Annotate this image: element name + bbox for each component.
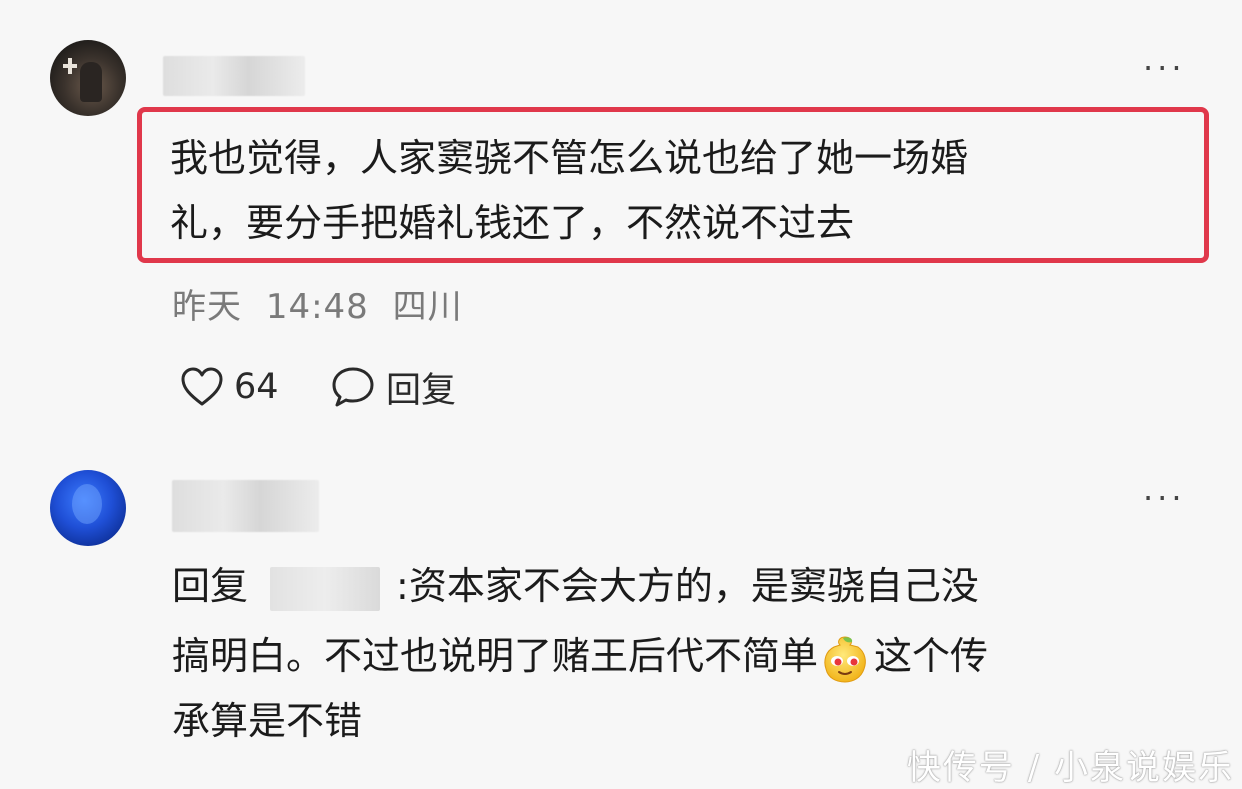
comment-meta: 昨天 14:48 四川 xyxy=(172,282,475,332)
heart-icon xyxy=(181,367,223,406)
smirk-emoji-icon xyxy=(824,635,866,683)
reply-label: 回复 xyxy=(386,370,457,411)
more-options-icon[interactable]: ··· xyxy=(1143,52,1186,84)
avatar-figure xyxy=(80,62,102,102)
comment-text-line: 回复 :资本家不会大方的，是窦骁自己没 xyxy=(172,557,979,615)
comment-text-line: 承算是不错 xyxy=(172,699,363,743)
avatar-glow xyxy=(72,484,102,524)
reply-prefix: 回复 xyxy=(172,564,249,608)
comment-text: :资本家不会大方的，是窦骁自己没 xyxy=(396,564,979,608)
comment-text-line: 礼，要分手把婚礼钱还了，不然说不过去 xyxy=(170,201,855,245)
comment-date: 昨天 xyxy=(172,287,242,327)
like-count: 64 xyxy=(234,367,279,407)
username-blurred[interactable] xyxy=(172,480,319,532)
more-options-icon[interactable]: ··· xyxy=(1143,482,1186,514)
comment-bubble-icon xyxy=(332,367,374,407)
username-blurred[interactable] xyxy=(163,56,305,96)
watermark: 快传号 / 小泉说娱乐 xyxy=(906,748,1234,788)
comment-time: 14:48 xyxy=(265,287,369,327)
comment-text: 搞明白。不过也说明了赌王后代不简单 xyxy=(172,634,819,678)
like-button[interactable]: 64 xyxy=(180,362,279,412)
comment-text-line: 我也觉得，人家窦骁不管怎么说也给了她一场婚 xyxy=(170,136,969,180)
reply-button[interactable]: 回复 xyxy=(330,362,456,412)
user-avatar[interactable] xyxy=(50,40,126,116)
comment-text-line: 搞明白。不过也说明了赌王后代不简单 这个传 xyxy=(172,627,988,685)
user-avatar[interactable] xyxy=(50,470,126,546)
comment-location: 四川 xyxy=(392,287,463,327)
comment-text: 这个传 xyxy=(874,634,989,678)
mentioned-user-blurred[interactable] xyxy=(270,566,381,611)
avatar-mark-2 xyxy=(63,64,77,68)
